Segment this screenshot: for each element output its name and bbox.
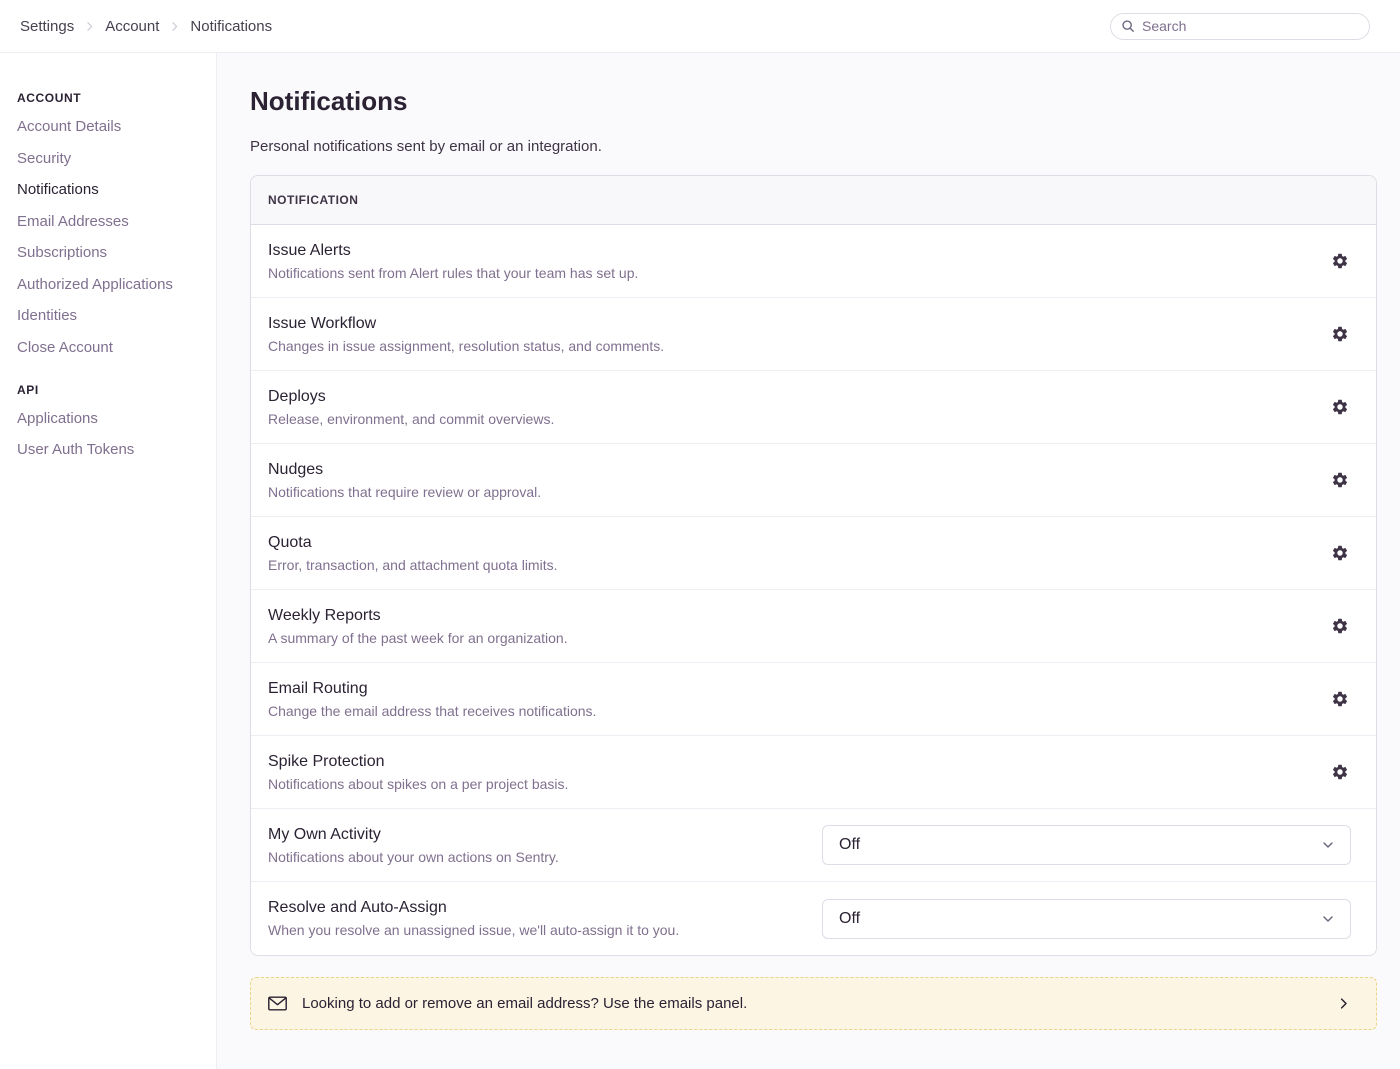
row-text: Nudges Notifications that require review…	[268, 461, 541, 500]
breadcrumb-account[interactable]: Account	[105, 18, 159, 35]
row-description: Change the email address that receives n…	[268, 703, 596, 719]
issue-workflow-gear-icon[interactable]	[1329, 323, 1351, 345]
issue-alerts-gear-icon[interactable]	[1329, 250, 1351, 272]
row-text: Quota Error, transaction, and attachment…	[268, 534, 557, 573]
sidebar-item-applications[interactable]: Applications	[17, 409, 206, 429]
row-description: Error, transaction, and attachment quota…	[268, 557, 557, 573]
row-text: Email Routing Change the email address t…	[268, 680, 596, 719]
sidebar-item-email-addresses[interactable]: Email Addresses	[17, 212, 206, 232]
notification-row-my-own-activity: My Own Activity Notifications about your…	[251, 809, 1376, 882]
page-subtitle: Personal notifications sent by email or …	[250, 138, 1377, 155]
sidebar-item-account-details[interactable]: Account Details	[17, 117, 206, 137]
row-text: Spike Protection Notifications about spi…	[268, 753, 568, 792]
notification-row-quota: Quota Error, transaction, and attachment…	[251, 517, 1376, 590]
row-title: Quota	[268, 534, 557, 552]
notification-row-spike-protection: Spike Protection Notifications about spi…	[251, 736, 1376, 809]
emails-panel-banner[interactable]: Looking to add or remove an email addres…	[250, 977, 1377, 1030]
deploys-gear-icon[interactable]	[1329, 396, 1351, 418]
breadcrumb-settings[interactable]: Settings	[20, 18, 74, 35]
row-text: My Own Activity Notifications about your…	[268, 826, 559, 865]
row-title: Resolve and Auto-Assign	[268, 899, 679, 917]
weekly-reports-gear-icon[interactable]	[1329, 615, 1351, 637]
notification-row-weekly-reports: Weekly Reports A summary of the past wee…	[251, 590, 1376, 663]
resolve-and-auto-assign-select[interactable]: Off	[822, 899, 1351, 939]
row-text: Resolve and Auto-Assign When you resolve…	[268, 899, 679, 938]
row-title: Spike Protection	[268, 753, 568, 771]
sidebar-section-title: ACCOUNT	[17, 91, 206, 105]
breadcrumb: Settings Account Notifications	[20, 18, 272, 35]
page-title: Notifications	[250, 86, 1377, 117]
panel-header: NOTIFICATION	[251, 176, 1376, 225]
chevron-down-icon	[1320, 837, 1336, 853]
breadcrumb-notifications[interactable]: Notifications	[190, 18, 272, 35]
sidebar-section-title: API	[17, 383, 206, 397]
banner-text: Looking to add or remove an email addres…	[302, 995, 747, 1012]
sidebar-item-subscriptions[interactable]: Subscriptions	[17, 243, 206, 263]
sidebar-item-identities[interactable]: Identities	[17, 306, 206, 326]
search-box[interactable]	[1110, 13, 1370, 40]
chevron-right-icon	[168, 20, 181, 33]
row-title: Weekly Reports	[268, 607, 568, 625]
chevron-right-icon	[1336, 996, 1351, 1011]
my-own-activity-select[interactable]: Off	[822, 825, 1351, 865]
sidebar-section-api: API Applications User Auth Tokens	[17, 383, 206, 461]
sidebar-section-account: ACCOUNT Account Details Security Notific…	[17, 91, 206, 358]
chevron-down-icon	[1320, 911, 1336, 927]
notification-row-resolve-and-auto-assign: Resolve and Auto-Assign When you resolve…	[251, 882, 1376, 955]
settings-sidebar: ACCOUNT Account Details Security Notific…	[0, 53, 217, 1069]
sidebar-item-close-account[interactable]: Close Account	[17, 338, 206, 358]
row-text: Deploys Release, environment, and commit…	[268, 388, 554, 427]
row-description: Notifications about spikes on a per proj…	[268, 776, 568, 792]
row-title: Deploys	[268, 388, 554, 406]
top-bar: Settings Account Notifications	[0, 0, 1400, 53]
chevron-right-icon	[83, 20, 96, 33]
sidebar-item-notifications[interactable]: Notifications	[17, 180, 206, 200]
quota-gear-icon[interactable]	[1329, 542, 1351, 564]
row-text: Issue Alerts Notifications sent from Ale…	[268, 242, 638, 281]
row-description: Notifications sent from Alert rules that…	[268, 265, 638, 281]
sidebar-item-authorized-applications[interactable]: Authorized Applications	[17, 275, 206, 295]
notification-row-issue-workflow: Issue Workflow Changes in issue assignme…	[251, 298, 1376, 371]
row-title: Nudges	[268, 461, 541, 479]
row-text: Weekly Reports A summary of the past wee…	[268, 607, 568, 646]
notification-row-deploys: Deploys Release, environment, and commit…	[251, 371, 1376, 444]
row-description: Changes in issue assignment, resolution …	[268, 338, 664, 354]
email-routing-gear-icon[interactable]	[1329, 688, 1351, 710]
notification-row-nudges: Nudges Notifications that require review…	[251, 444, 1376, 517]
row-title: Issue Workflow	[268, 315, 664, 333]
select-value: Off	[839, 910, 860, 928]
row-title: My Own Activity	[268, 826, 559, 844]
sidebar-item-security[interactable]: Security	[17, 149, 206, 169]
main-content: Notifications Personal notifications sen…	[217, 53, 1400, 1069]
row-description: Release, environment, and commit overvie…	[268, 411, 554, 427]
envelope-icon	[268, 996, 287, 1011]
search-icon	[1121, 19, 1135, 33]
nudges-gear-icon[interactable]	[1329, 469, 1351, 491]
row-description: Notifications about your own actions on …	[268, 849, 559, 865]
notification-row-email-routing: Email Routing Change the email address t…	[251, 663, 1376, 736]
row-description: Notifications that require review or app…	[268, 484, 541, 500]
row-text: Issue Workflow Changes in issue assignme…	[268, 315, 664, 354]
select-value: Off	[839, 836, 860, 854]
notifications-panel: NOTIFICATION Issue Alerts Notifications …	[250, 175, 1377, 956]
spike-protection-gear-icon[interactable]	[1329, 761, 1351, 783]
row-title: Email Routing	[268, 680, 596, 698]
notification-row-issue-alerts: Issue Alerts Notifications sent from Ale…	[251, 225, 1376, 298]
search-input[interactable]	[1142, 18, 1359, 34]
row-description: A summary of the past week for an organi…	[268, 630, 568, 646]
row-title: Issue Alerts	[268, 242, 638, 260]
sidebar-item-user-auth-tokens[interactable]: User Auth Tokens	[17, 440, 206, 460]
row-description: When you resolve an unassigned issue, we…	[268, 922, 679, 938]
